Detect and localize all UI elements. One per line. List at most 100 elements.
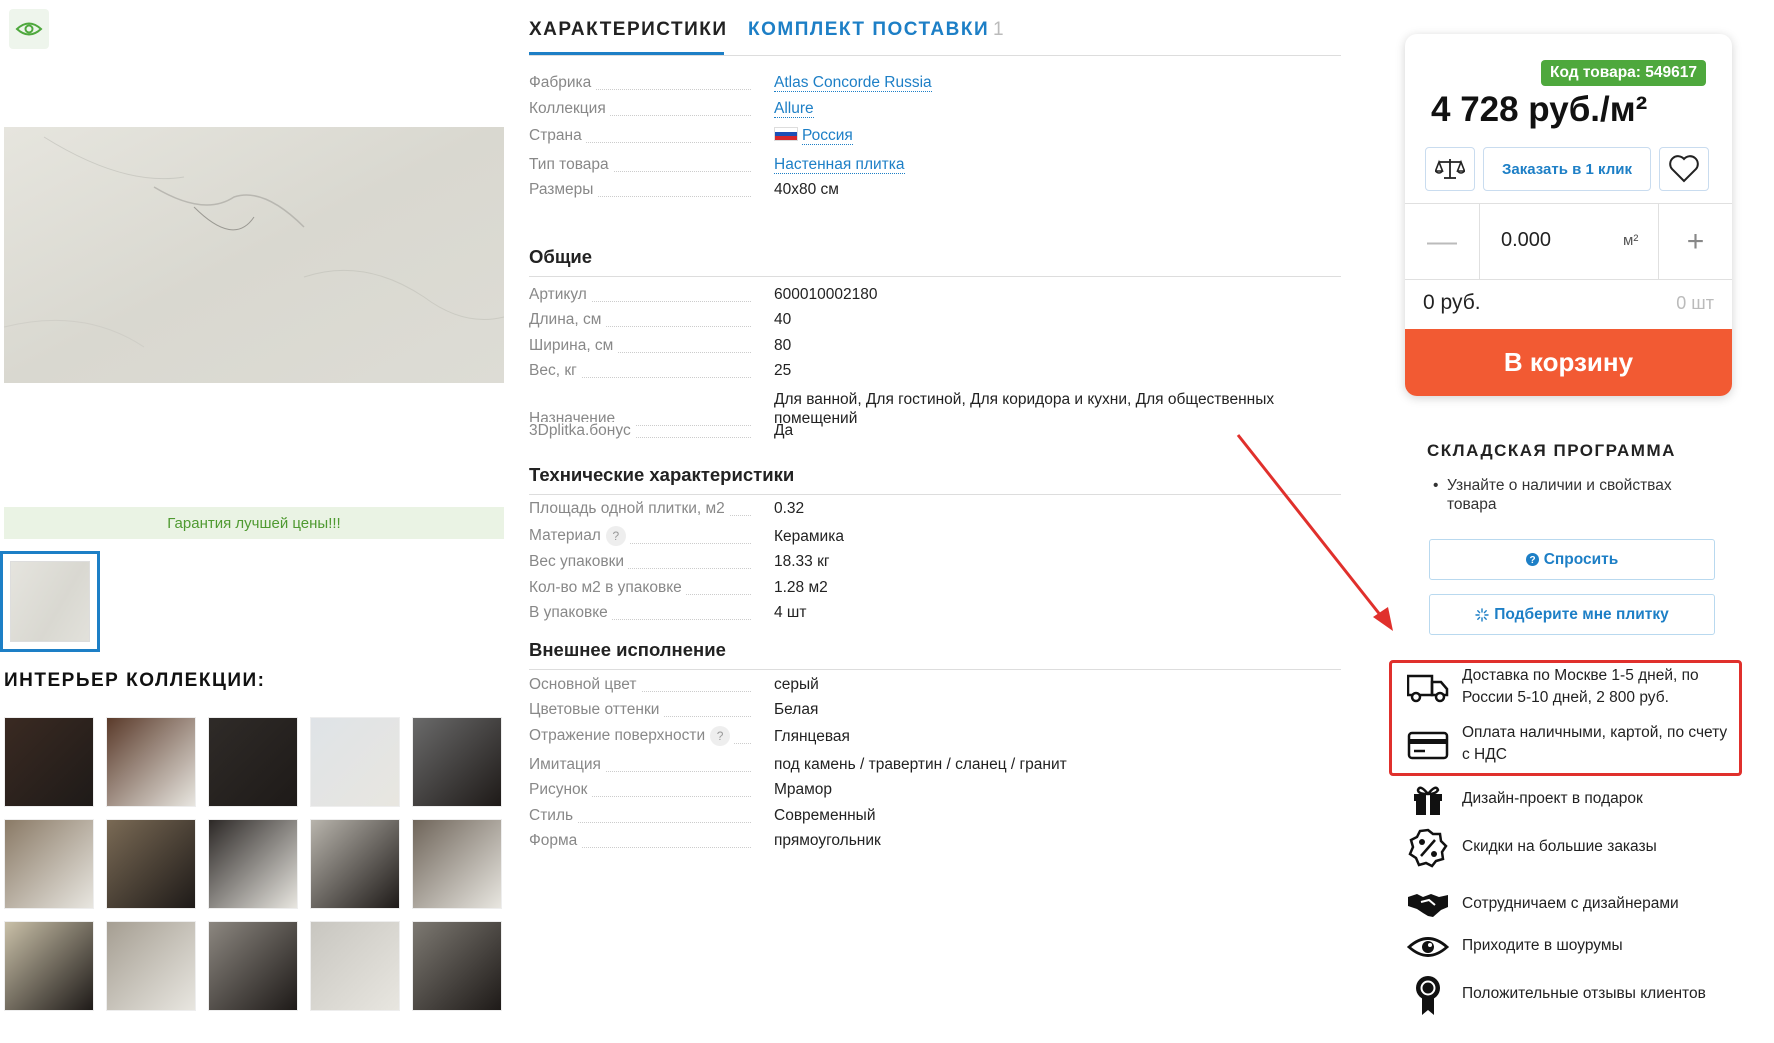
ask-button[interactable]: ? Спросить	[1429, 539, 1715, 580]
quantity-input[interactable]: 0.000	[1501, 229, 1551, 252]
view-toggle-button[interactable]	[9, 9, 49, 49]
section-divider	[529, 669, 1341, 670]
spec-label: В упаковке	[529, 604, 612, 622]
interior-photo[interactable]	[106, 717, 196, 807]
interior-photo[interactable]	[412, 921, 502, 1011]
benefit-text: Оплата наличными, картой, по счету с НДС	[1462, 724, 1728, 763]
spec-label: Цветовые оттенки	[529, 701, 664, 719]
spec-value-text: Россия	[802, 127, 853, 145]
spec-value-text: под камень / травертин / сланец / гранит	[774, 756, 1067, 773]
spec-label: Отражение поверхности?	[529, 726, 735, 746]
spec-label: Фабрика	[529, 74, 596, 92]
spec-row: Фабрика Atlas Concorde Russia	[529, 70, 1341, 92]
spec-value: Глянцевая	[774, 727, 1334, 746]
spec-label-text: Вес упаковки	[529, 553, 625, 570]
interior-photo[interactable]	[106, 819, 196, 909]
benefit-text: Доставка по Москве 1-5 дней, по России 5…	[1462, 667, 1699, 706]
spec-label: 3Dplitka.бонус	[529, 422, 635, 440]
spec-row: Тип товара Настенная плитка	[529, 152, 1341, 174]
product-main-image[interactable]	[4, 127, 504, 383]
benefit-text: Скидки на большие заказы	[1462, 838, 1657, 855]
spec-label-text: Тип товара	[529, 156, 609, 173]
spec-value[interactable]: Настенная плитка	[774, 155, 1334, 174]
help-icon[interactable]: ?	[710, 726, 731, 746]
one-click-order-button[interactable]: Заказать в 1 клик	[1483, 147, 1651, 191]
spec-row: Длина, см 40	[529, 307, 1341, 329]
spec-label: Страна	[529, 127, 586, 145]
spec-value-text: 1.28 м2	[774, 579, 828, 596]
award-ribbon-icon	[1405, 972, 1451, 1018]
annotation-arrow	[1236, 434, 1393, 631]
interior-gallery	[4, 717, 504, 1011]
spec-value: 40	[774, 310, 1334, 329]
tab-delivery-set[interactable]: КОМПЛЕКТ ПОСТАВКИ	[748, 19, 989, 41]
spec-value-text: Керамика	[774, 528, 844, 545]
eye-icon	[1405, 924, 1451, 970]
interior-photo[interactable]	[4, 921, 94, 1011]
tab-characteristics[interactable]: ХАРАКТЕРИСТИКИ	[529, 19, 728, 41]
product-tabs: ХАРАКТЕРИСТИКИ КОМПЛЕКТ ПОСТАВКИ 1	[529, 14, 1341, 56]
truck-icon	[1405, 665, 1451, 711]
help-icon[interactable]: ?	[605, 526, 626, 546]
benefit-item: Сотрудничаем с дизайнерами	[1405, 882, 1765, 928]
spec-label: Артикул	[529, 286, 591, 304]
spec-value[interactable]: Allure	[774, 99, 1334, 118]
interior-photo[interactable]	[310, 819, 400, 909]
buy-actions: Заказать в 1 клик	[1425, 147, 1715, 192]
interior-photo[interactable]	[4, 717, 94, 807]
interior-photo[interactable]	[412, 717, 502, 807]
spec-value: серый	[774, 675, 1334, 694]
benefit-item: Дизайн-проект в подарок	[1405, 777, 1765, 823]
interior-photo[interactable]	[412, 819, 502, 909]
quantity-stepper: — 0.000 м² +	[1405, 203, 1732, 280]
interior-photo[interactable]	[208, 921, 298, 1011]
add-to-cart-button[interactable]: В корзину	[1405, 329, 1732, 396]
stock-program-title: СКЛАДСКАЯ ПРОГРАММА	[1427, 441, 1676, 460]
spec-row: Рисунок Мрамор	[529, 777, 1341, 799]
gift-icon	[1405, 777, 1451, 823]
interior-photo[interactable]	[208, 717, 298, 807]
spec-label: Тип товара	[529, 156, 613, 174]
spec-value-text: 4 шт	[774, 604, 807, 621]
compare-button[interactable]	[1425, 147, 1475, 191]
spec-value[interactable]: Россия	[774, 126, 1334, 145]
buy-card: Код товара: 549617 4 728 руб./м² Заказат…	[1405, 34, 1732, 396]
thumbnail-image	[10, 561, 90, 642]
spec-label-text: Вес, кг	[529, 362, 577, 379]
interior-photo[interactable]	[208, 819, 298, 909]
spec-label-text: Имитация	[529, 756, 601, 773]
interior-collection-title: ИНТЕРЬЕР КОЛЛЕКЦИИ:	[4, 670, 266, 691]
quantity-decrease-button[interactable]: —	[1405, 204, 1480, 280]
spec-row: Артикул 600010002180	[529, 282, 1341, 304]
tab-delivery-set-count: 1	[993, 19, 1004, 40]
spec-row: Имитация под камень / травертин / сланец …	[529, 752, 1341, 774]
spec-value[interactable]: Atlas Concorde Russia	[774, 73, 1334, 92]
spec-label: Вес упаковки	[529, 553, 629, 571]
spec-value-text: 80	[774, 337, 792, 354]
favorite-button[interactable]	[1659, 147, 1709, 191]
spec-label: Размеры	[529, 181, 598, 199]
interior-photo[interactable]	[106, 921, 196, 1011]
interior-photo[interactable]	[310, 921, 400, 1011]
spec-value: 25	[774, 361, 1334, 380]
spec-row: Коллекция Allure	[529, 96, 1341, 118]
interior-photo[interactable]	[4, 819, 94, 909]
spec-value-text: Современный	[774, 807, 876, 824]
spec-label: Материал?	[529, 526, 630, 546]
handshake-icon	[1405, 882, 1451, 928]
spec-label-text: Коллекция	[529, 100, 606, 117]
spec-label-text: 3Dplitka.бонус	[529, 422, 631, 439]
spec-value: под камень / травертин / сланец / гранит	[774, 755, 1334, 774]
quantity-increase-button[interactable]: +	[1658, 204, 1732, 280]
benefit-item: Приходите в шоурумы	[1405, 924, 1765, 970]
credit-card-icon	[1405, 722, 1451, 768]
spec-section-title: Технические характеристики	[529, 464, 795, 485]
spec-label-text: Отражение поверхности	[529, 727, 706, 744]
pick-tile-button[interactable]: Подберите мне плитку	[1429, 594, 1715, 635]
spec-value: Мрамор	[774, 780, 1334, 799]
total-sum: 0 руб.	[1423, 291, 1481, 314]
spec-value-text: 18.33 кг	[774, 553, 830, 570]
product-thumbnail[interactable]	[0, 551, 100, 652]
benefit-item: Доставка по Москве 1-5 дней, по России 5…	[1405, 665, 1765, 711]
interior-photo[interactable]	[310, 717, 400, 807]
